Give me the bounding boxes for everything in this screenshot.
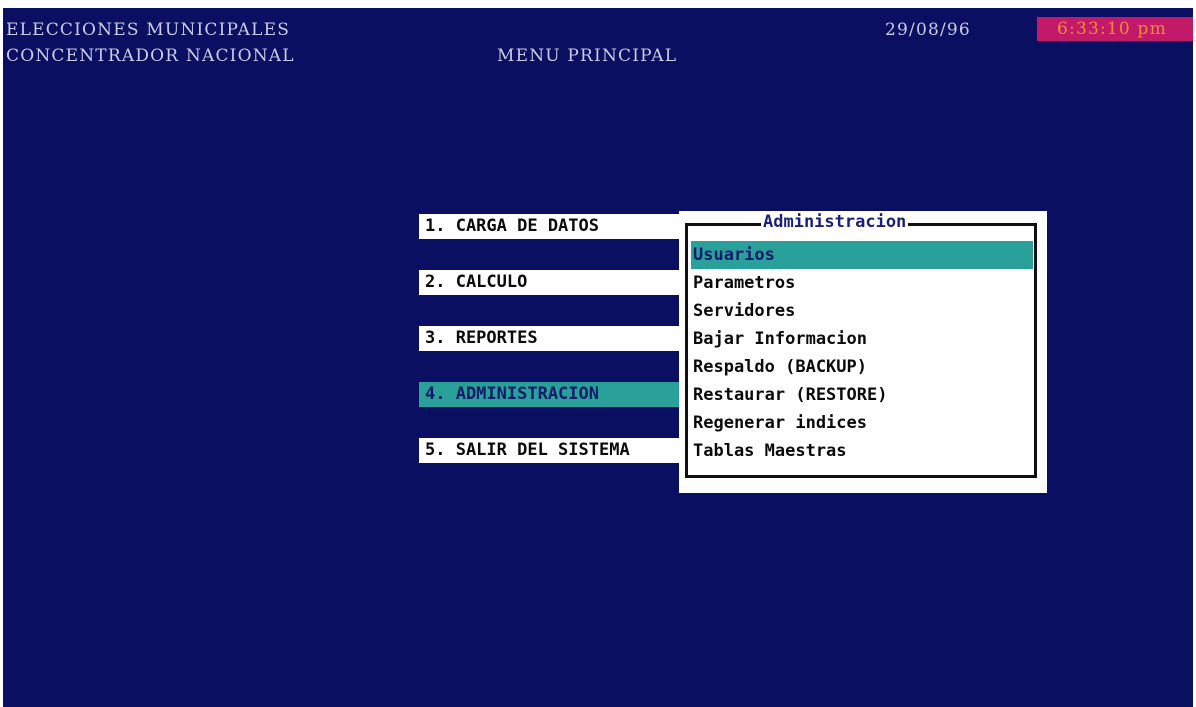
menu-item-reportes[interactable]: 3. REPORTES bbox=[419, 326, 683, 351]
submenu-item-bajar-informacion[interactable]: Bajar Informacion bbox=[691, 325, 1033, 353]
administracion-submenu: Administracion Usuarios Parametros Servi… bbox=[679, 211, 1047, 493]
menu-title: MENU PRINCIPAL bbox=[497, 46, 678, 66]
app-subtitle: CONCENTRADOR NACIONAL bbox=[6, 46, 295, 66]
terminal-screen: ELECCIONES MUNICIPALES CONCENTRADOR NACI… bbox=[3, 8, 1193, 707]
date-display: 29/08/96 bbox=[885, 20, 971, 40]
clock-display: 6:33:10 pm bbox=[1037, 17, 1193, 41]
submenu-item-parametros[interactable]: Parametros bbox=[691, 269, 1033, 297]
app-title: ELECCIONES MUNICIPALES bbox=[6, 20, 291, 40]
submenu-item-respaldo[interactable]: Respaldo (BACKUP) bbox=[691, 353, 1033, 381]
menu-item-carga-de-datos[interactable]: 1. CARGA DE DATOS bbox=[419, 214, 683, 239]
submenu-title: Administracion bbox=[761, 212, 909, 232]
submenu-item-regenerar-indices[interactable]: Regenerar indices bbox=[691, 409, 1033, 437]
submenu-item-tablas-maestras[interactable]: Tablas Maestras bbox=[691, 437, 1033, 465]
submenu-list: Usuarios Parametros Servidores Bajar Inf… bbox=[691, 241, 1033, 465]
menu-item-calculo[interactable]: 2. CALCULO bbox=[419, 270, 683, 295]
submenu-item-servidores[interactable]: Servidores bbox=[691, 297, 1033, 325]
menu-item-administracion[interactable]: 4. ADMINISTRACION bbox=[419, 382, 683, 407]
menu-item-salir-del-sistema[interactable]: 5. SALIR DEL SISTEMA bbox=[419, 438, 683, 463]
submenu-item-restaurar[interactable]: Restaurar (RESTORE) bbox=[691, 381, 1033, 409]
submenu-item-usuarios[interactable]: Usuarios bbox=[691, 241, 1033, 269]
